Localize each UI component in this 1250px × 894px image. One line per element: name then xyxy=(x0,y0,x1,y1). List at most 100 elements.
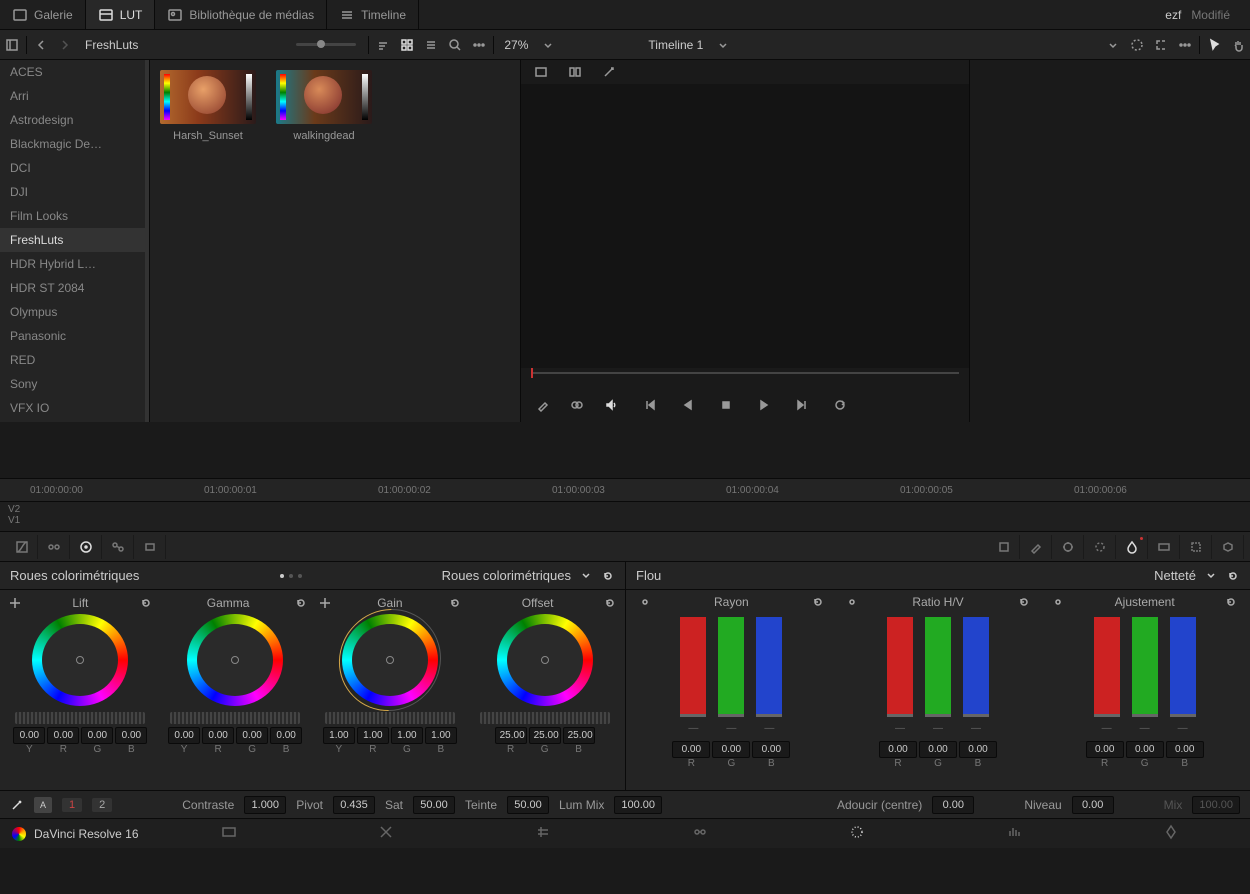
link-icon[interactable] xyxy=(638,595,652,609)
rgb-slider[interactable] xyxy=(756,617,782,717)
tab-timeline[interactable]: Timeline xyxy=(327,0,419,29)
node-1[interactable]: 1 xyxy=(62,798,82,812)
link-icon[interactable] xyxy=(1051,595,1065,609)
picker-icon[interactable] xyxy=(318,596,332,610)
rgb-slider[interactable] xyxy=(887,617,913,717)
soften-value[interactable]: 0.00 xyxy=(932,796,974,814)
value-input[interactable]: 1.00 xyxy=(323,727,355,744)
contrast-value[interactable]: 1.000 xyxy=(244,796,286,814)
page-color[interactable] xyxy=(833,824,881,844)
value-input[interactable]: 0.00 xyxy=(1166,741,1204,758)
value-input[interactable]: 0.00 xyxy=(115,727,147,744)
value-input[interactable]: 0.00 xyxy=(270,727,302,744)
sidebar-item[interactable]: Astrodesign xyxy=(0,108,149,132)
value-input[interactable]: 0.00 xyxy=(1126,741,1164,758)
sidebar-item[interactable]: VFX IO xyxy=(0,396,149,420)
motion-tool[interactable] xyxy=(1180,535,1212,559)
viewer-mode1-icon[interactable] xyxy=(529,60,553,84)
value-input[interactable]: 0.00 xyxy=(81,727,113,744)
auto-icon[interactable]: A xyxy=(34,797,52,813)
rgb-slider[interactable] xyxy=(680,617,706,717)
magic-icon[interactable] xyxy=(10,798,24,812)
tracker-tool[interactable] xyxy=(1052,535,1084,559)
sidebar-item[interactable]: Blackmagic De… xyxy=(0,132,149,156)
rgb-slider[interactable] xyxy=(718,617,744,717)
stop-icon[interactable] xyxy=(714,393,738,417)
eyedropper-tool[interactable] xyxy=(1020,535,1052,559)
timeline-ruler[interactable]: 01:00:00:00 01:00:00:01 01:00:00:02 01:0… xyxy=(0,478,1250,502)
value-input[interactable]: 0.00 xyxy=(168,727,200,744)
sidebar-item[interactable]: Olympus xyxy=(0,300,149,324)
3d-tool[interactable] xyxy=(1212,535,1244,559)
sidebar-item[interactable]: DCI xyxy=(0,156,149,180)
grid-view-icon[interactable] xyxy=(395,33,419,57)
loop-icon[interactable] xyxy=(828,393,852,417)
value-input[interactable]: 0.00 xyxy=(712,741,750,758)
reset-icon[interactable] xyxy=(1226,569,1240,583)
expand-dropdown-icon[interactable] xyxy=(1101,33,1125,57)
timeline-name[interactable]: Timeline 1 xyxy=(640,38,711,52)
page-edit[interactable] xyxy=(519,824,567,844)
wheels-tool[interactable] xyxy=(70,535,102,559)
sidebar-item[interactable]: HDR ST 2084 xyxy=(0,276,149,300)
viewer-wand-icon[interactable] xyxy=(597,60,621,84)
last-frame-icon[interactable] xyxy=(790,393,814,417)
tab-gallery[interactable]: Galerie xyxy=(0,0,86,29)
tab-media[interactable]: Bibliothèque de médias xyxy=(155,0,327,29)
sidebar-item[interactable]: HDR Hybrid L… xyxy=(0,252,149,276)
value-input[interactable]: 1.00 xyxy=(391,727,423,744)
rgb-slider[interactable] xyxy=(1094,617,1120,717)
level-value[interactable]: 0.00 xyxy=(1072,796,1114,814)
value-input[interactable]: 0.00 xyxy=(752,741,790,758)
page-deliver[interactable] xyxy=(1147,824,1195,844)
hand-icon[interactable] xyxy=(1226,33,1250,57)
reset-icon[interactable] xyxy=(448,596,462,610)
zoom-dropdown-icon[interactable] xyxy=(536,33,560,57)
page-fairlight[interactable] xyxy=(990,824,1038,844)
sizing-tool[interactable] xyxy=(134,535,166,559)
pivot-value[interactable]: 0.435 xyxy=(333,796,375,814)
sidebar-item[interactable]: Arri xyxy=(0,84,149,108)
thumb-size-slider[interactable] xyxy=(296,43,356,46)
color-wheel[interactable] xyxy=(497,614,593,706)
fullscreen-icon[interactable] xyxy=(1149,33,1173,57)
audio-icon[interactable] xyxy=(599,393,623,417)
more2-icon[interactable] xyxy=(1173,33,1197,57)
sidebar-item[interactable]: FreshLuts xyxy=(0,228,149,252)
lut-item-harsh-sunset[interactable]: Harsh_Sunset xyxy=(160,70,256,142)
value-input[interactable]: 25.00 xyxy=(563,727,595,744)
page-media[interactable] xyxy=(205,824,253,844)
lut-item-walkingdead[interactable]: walkingdead xyxy=(276,70,372,142)
rgb-slider[interactable] xyxy=(963,617,989,717)
sidebar-item[interactable]: DJI xyxy=(0,180,149,204)
value-input[interactable]: 0.00 xyxy=(13,727,45,744)
viewer-scrubber[interactable] xyxy=(521,368,969,388)
reset-icon[interactable] xyxy=(1224,595,1238,609)
nav-fwd[interactable] xyxy=(53,33,77,57)
value-input[interactable]: 0.00 xyxy=(47,727,79,744)
value-input[interactable]: 25.00 xyxy=(495,727,527,744)
reset-icon[interactable] xyxy=(601,569,615,583)
first-frame-icon[interactable] xyxy=(638,393,662,417)
value-input[interactable]: 25.00 xyxy=(529,727,561,744)
rgb-slider[interactable] xyxy=(1170,617,1196,717)
node-2[interactable]: 2 xyxy=(92,798,112,812)
key-tool[interactable] xyxy=(1148,535,1180,559)
wheels-mode-dropdown[interactable]: Roues colorimétriques xyxy=(442,568,571,583)
value-input[interactable]: 0.00 xyxy=(959,741,997,758)
value-input[interactable]: 0.00 xyxy=(236,727,268,744)
page-fusion[interactable] xyxy=(676,824,724,844)
reset-icon[interactable] xyxy=(811,595,825,609)
sidebar-toggle[interactable] xyxy=(0,33,24,57)
value-input[interactable]: 0.00 xyxy=(202,727,234,744)
picker-icon[interactable] xyxy=(8,596,22,610)
blur-mode-dropdown[interactable]: Netteté xyxy=(1154,568,1196,583)
jog-wheel[interactable] xyxy=(480,712,610,724)
color-wheel[interactable] xyxy=(342,614,438,706)
rgb-slider[interactable] xyxy=(925,617,951,717)
viewer-mode2-icon[interactable] xyxy=(563,60,587,84)
stabilize-tool[interactable] xyxy=(1084,535,1116,559)
reset-icon[interactable] xyxy=(139,596,153,610)
qualifier-tool[interactable] xyxy=(38,535,70,559)
sort-icon[interactable] xyxy=(371,33,395,57)
